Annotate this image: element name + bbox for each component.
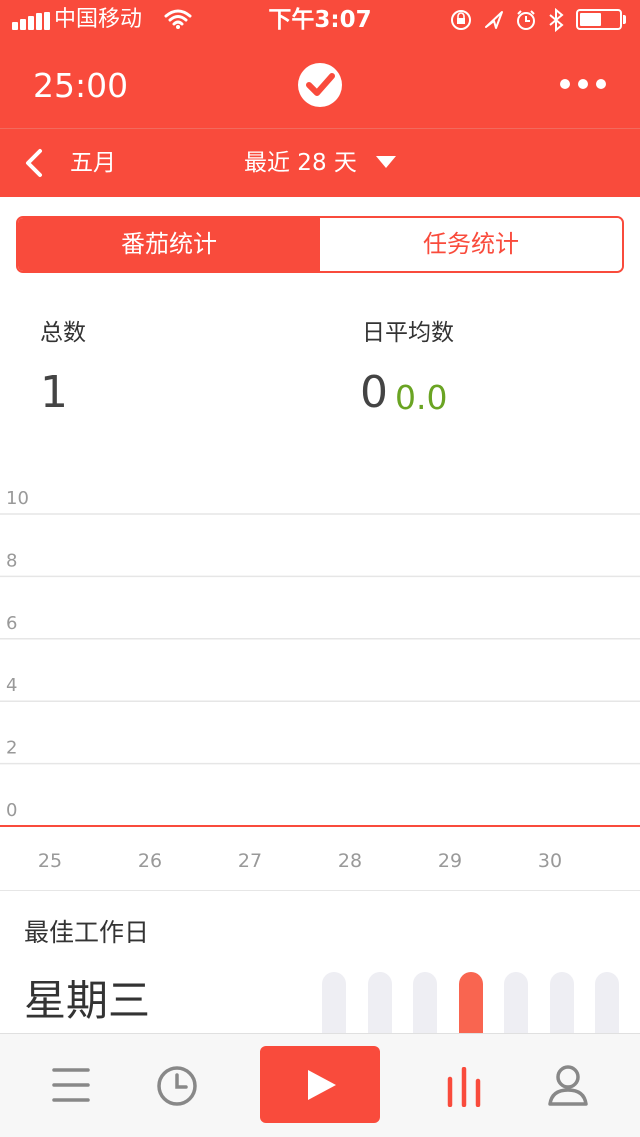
timer-label[interactable]: 25:00 bbox=[33, 64, 128, 108]
previous-month-button[interactable]: 五月 bbox=[70, 147, 116, 179]
x-tick-label: 30 bbox=[538, 850, 562, 872]
total-value: 1 bbox=[40, 367, 68, 418]
y-tick-label: 10 bbox=[6, 488, 29, 509]
play-icon bbox=[308, 1070, 336, 1100]
y-tick-label: 2 bbox=[6, 738, 17, 759]
caret-down-icon[interactable] bbox=[376, 156, 396, 168]
daily-average-value: 0 bbox=[360, 367, 388, 418]
location-icon bbox=[485, 11, 503, 29]
pomodoro-chart: 10 8 6 4 2 0 25 26 27 28 29 30 bbox=[0, 470, 640, 890]
section-divider bbox=[0, 890, 640, 891]
x-tick-label: 26 bbox=[138, 850, 162, 872]
tab-list[interactable] bbox=[22, 1034, 122, 1137]
alarm-icon bbox=[517, 10, 535, 30]
best-day-label: 最佳工作日 bbox=[24, 918, 150, 947]
range-selector[interactable]: 最近 28 天 bbox=[244, 147, 357, 179]
profile-icon bbox=[548, 1065, 588, 1106]
weekday-bars bbox=[320, 972, 620, 1044]
x-tick-label: 28 bbox=[338, 850, 362, 872]
more-icon[interactable] bbox=[558, 74, 608, 94]
daily-average-label: 日平均数 bbox=[362, 320, 454, 346]
x-tick-label: 25 bbox=[38, 850, 62, 872]
chart-canvas: 10 8 6 4 2 0 25 26 27 28 29 30 bbox=[0, 488, 640, 872]
x-tick-label: 27 bbox=[238, 850, 262, 872]
period-bar: 五月 最近 28 天 bbox=[0, 128, 640, 197]
tab-timer[interactable] bbox=[127, 1034, 227, 1137]
status-bar: 中国移动 下午3:07 bbox=[0, 0, 640, 40]
best-day-value: 星期三 bbox=[24, 976, 151, 1025]
check-circle-icon bbox=[298, 63, 342, 107]
tab-profile[interactable] bbox=[518, 1034, 618, 1137]
y-tick-label: 4 bbox=[6, 675, 17, 696]
lock-rotation-icon bbox=[451, 10, 471, 30]
total-label: 总数 bbox=[40, 320, 86, 346]
status-icons bbox=[451, 8, 564, 32]
bottom-tab-bar bbox=[0, 1033, 640, 1137]
tab-stats[interactable] bbox=[414, 1034, 514, 1137]
battery-tip bbox=[623, 15, 626, 24]
battery-icon bbox=[576, 9, 622, 30]
list-icon bbox=[52, 1068, 90, 1102]
header-bar: 25:00 bbox=[0, 40, 640, 128]
y-tick-label: 0 bbox=[6, 800, 17, 821]
play-button[interactable] bbox=[260, 1046, 380, 1123]
x-tick-label: 29 bbox=[438, 850, 462, 872]
daily-average-decimal: 0.0 bbox=[395, 378, 448, 417]
tab-pomodoro-stats[interactable]: 番茄统计 bbox=[18, 218, 320, 271]
bluetooth-icon bbox=[549, 8, 564, 32]
tab-task-stats[interactable]: 任务统计 bbox=[320, 218, 622, 271]
stats-icon bbox=[447, 1067, 481, 1107]
stats-segmented-control: 番茄统计 任务统计 bbox=[16, 216, 624, 273]
clock-icon bbox=[157, 1066, 197, 1106]
chevron-left-icon[interactable] bbox=[20, 147, 50, 179]
y-tick-label: 8 bbox=[6, 550, 17, 571]
y-tick-label: 6 bbox=[6, 613, 17, 634]
